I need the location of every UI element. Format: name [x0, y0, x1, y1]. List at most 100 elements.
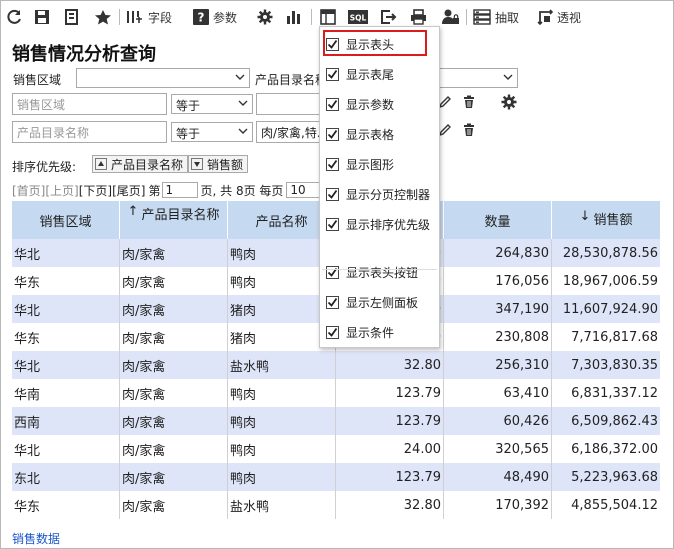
chevron-down-icon [238, 128, 248, 134]
table-cell: 264,830 [444, 239, 552, 267]
next-page-link[interactable]: [下页] [79, 182, 112, 199]
table-cell: 4,855,504.12 [571, 497, 658, 513]
table-cell: 60,426 [444, 407, 552, 435]
edit-pencil-icon[interactable] [438, 95, 452, 112]
table-row[interactable]: 西南 肉/家禽 鸭肉 123.79 60,426 6,509,862.43 [12, 407, 660, 435]
chart-icon[interactable] [286, 6, 302, 28]
condition-value-input[interactable]: 肉/家禽,特... [256, 121, 320, 143]
export-icon[interactable] [380, 6, 397, 28]
settings-gear-icon[interactable] [257, 6, 273, 28]
chevron-down-icon [238, 100, 248, 106]
menu-item-label: 显示参数 [346, 97, 395, 112]
column-header[interactable]: 销售区域 [12, 201, 120, 239]
checkbox-checked-icon[interactable] [326, 97, 339, 111]
svg-text:?: ? [198, 11, 205, 25]
first-page-link[interactable]: [首页] [12, 182, 45, 199]
checkbox-checked-icon[interactable] [326, 187, 339, 201]
table-cell: 华东 [12, 267, 120, 295]
save-icon[interactable] [34, 6, 50, 28]
table-cell: 肉/家禽 [120, 491, 228, 519]
pagination: [首页] [上页] [下页] [尾页] 第 1 页, 共 8页 每页 10 [12, 181, 325, 199]
region-filter-label: 销售区域 [13, 73, 62, 87]
favorite-star-icon[interactable] [94, 6, 112, 28]
table-row[interactable]: 华北 肉/家禽 盐水鸭 32.80 256,310 7,303,830.35 [12, 351, 660, 379]
menu-item-option[interactable]: 显示表格 [326, 123, 394, 145]
menu-item-option[interactable]: 显示排序优先级 [326, 213, 430, 235]
sql-icon[interactable]: SQL [348, 6, 368, 28]
menu-item-option[interactable]: 显示条件 [326, 321, 394, 343]
table-cell: 鸭肉 [228, 435, 336, 463]
extract-button[interactable]: 抽取 [473, 6, 519, 28]
refresh-icon[interactable] [6, 6, 22, 28]
menu-item-option[interactable]: 显示左侧面板 [326, 291, 418, 313]
table-row[interactable]: 华南 肉/家禽 鸭肉 123.79 63,410 6,831,337.12 [12, 379, 660, 407]
fields-button[interactable]: 字段 [126, 6, 172, 28]
table-cell: 6,509,862.43 [571, 413, 658, 429]
page-prefix: 第 [148, 183, 161, 198]
fields-label: 字段 [148, 10, 173, 25]
checkbox-checked-icon[interactable] [326, 67, 339, 81]
column-header[interactable]: ↓ 销售额 [552, 201, 660, 239]
region-select[interactable] [76, 68, 250, 88]
page-number-input[interactable]: 1 [161, 182, 198, 198]
per-page-input[interactable]: 10 [286, 182, 323, 198]
sort-down-arrow-icon: ↓ [579, 209, 591, 224]
menu-item-option[interactable]: 显示表头按钮 [326, 261, 418, 283]
pivot-button[interactable]: 透视 [537, 6, 581, 28]
table-cell: 肉/家禽 [120, 463, 228, 491]
menu-item-option[interactable]: 显示表尾 [326, 63, 394, 85]
checkbox-checked-icon[interactable] [326, 127, 339, 141]
menu-item-option[interactable]: 显示参数 [326, 93, 394, 115]
checkbox-checked-icon[interactable] [326, 295, 339, 309]
table-row[interactable]: 东北 肉/家禽 鸭肉 123.79 48,490 5,223,963.68 [12, 463, 660, 491]
checkbox-checked-icon[interactable] [326, 37, 339, 51]
table-cell: 肉/家禽 [120, 435, 228, 463]
checkbox-checked-icon[interactable] [326, 265, 339, 279]
last-page-link[interactable]: [尾页] [112, 182, 145, 199]
table-cell: 48,490 [444, 463, 552, 491]
menu-separator [322, 269, 437, 270]
condition-field-input[interactable]: 产品目录名称 [12, 121, 167, 143]
menu-item-option[interactable]: 显示分页控制器 [326, 183, 430, 205]
params-button[interactable]: ? 参数 [193, 6, 237, 28]
table-cell: 170,392 [444, 491, 552, 519]
checkbox-checked-icon[interactable] [326, 157, 339, 171]
user-lock-icon[interactable] [442, 6, 460, 28]
menu-item-option[interactable]: 显示表头 [326, 33, 394, 55]
delete-trash-icon[interactable] [462, 95, 476, 112]
table-cell: 华东 [12, 491, 120, 519]
prev-page-link[interactable]: [上页] [45, 182, 78, 199]
table-cell: 230,808 [444, 323, 552, 351]
condition-settings-gear-icon[interactable] [501, 94, 517, 113]
checkbox-checked-icon[interactable] [326, 325, 339, 339]
save-as-icon[interactable] [64, 6, 80, 28]
condition-field-input[interactable]: 销售区域 [12, 93, 167, 115]
sort-descending-icon [191, 158, 203, 170]
table-row[interactable]: 华东 肉/家禽 盐水鸭 32.80 170,392 4,855,504.12 [12, 491, 660, 519]
sort-tag-sales[interactable]: 销售额 [188, 155, 249, 173]
condition-operator-select[interactable]: 等于 [171, 94, 253, 114]
table-row[interactable]: 华北 肉/家禽 鸭肉 24.00 320,565 6,186,372.00 [12, 435, 660, 463]
column-header-label: 销售额 [593, 213, 633, 228]
menu-item-label: 显示排序优先级 [346, 217, 431, 232]
chevron-down-icon [503, 74, 513, 80]
operator-value: 等于 [176, 99, 201, 113]
menu-item-label: 显示条件 [346, 325, 395, 340]
menu-item-option[interactable]: 显示图形 [326, 153, 394, 175]
pivot-icon [537, 9, 553, 25]
page-title: 销售情况分析查询 [12, 44, 156, 65]
condition-value-input[interactable] [256, 93, 320, 115]
table-cell: 肉/家禽 [120, 267, 228, 295]
edit-pencil-icon[interactable] [438, 123, 452, 140]
column-header[interactable]: 数量 [444, 201, 552, 239]
delete-trash-icon[interactable] [462, 123, 476, 140]
column-header[interactable]: ↑ 产品目录名称 [120, 201, 228, 239]
sales-data-link[interactable]: 销售数据 [12, 530, 60, 547]
print-icon[interactable] [410, 6, 427, 28]
checkbox-checked-icon[interactable] [326, 217, 339, 231]
extract-label: 抽取 [495, 10, 520, 25]
condition-operator-select[interactable]: 等于 [171, 122, 253, 142]
layout-icon[interactable] [320, 6, 336, 28]
sort-tag-category[interactable]: 产品目录名称 [92, 155, 189, 173]
table-cell: 鸭肉 [228, 463, 336, 491]
